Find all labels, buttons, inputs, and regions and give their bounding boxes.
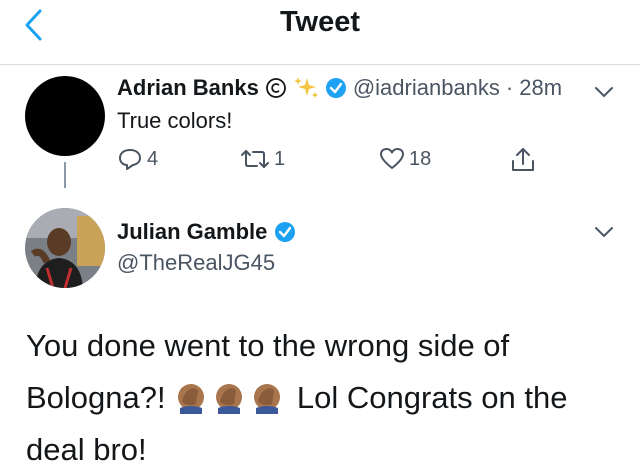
verified-badge-icon <box>325 78 346 98</box>
facepalm-emoji <box>254 384 281 414</box>
retweet-icon <box>241 150 269 168</box>
reply-icon <box>119 149 141 170</box>
reply-count: 4 <box>147 147 159 170</box>
retweet-button[interactable]: 1 <box>240 147 285 171</box>
sparkles-icon <box>293 77 318 98</box>
tweet-actions: 4 1 18 <box>117 147 557 177</box>
reply-tweet[interactable]: Adrian Banks @iadrianbanks · 28m True co… <box>0 65 640 195</box>
page-title: Tweet <box>279 6 361 38</box>
author-name-row: Julian Gamble <box>117 219 296 245</box>
separator-dot: · <box>505 75 514 100</box>
share-icon <box>512 148 534 171</box>
thread-connector <box>64 162 66 188</box>
tweet-text: True colors! <box>117 108 233 133</box>
chevron-down-icon[interactable] <box>593 225 615 239</box>
author-handle[interactable]: @TheRealJG45 <box>117 250 275 276</box>
verified-badge-icon <box>275 222 296 242</box>
avatar[interactable] <box>25 208 105 288</box>
reply-button[interactable]: 4 <box>117 147 158 171</box>
copyright-icon <box>265 78 286 98</box>
heart-icon <box>380 148 404 169</box>
retweet-count: 1 <box>274 147 286 170</box>
main-tweet: Julian Gamble @TheRealJG45 You done went… <box>0 198 640 467</box>
facepalm-emoji <box>216 384 243 414</box>
reply-author-row: Adrian Banks @iadrianbanks · 28m <box>117 75 562 101</box>
author-name[interactable]: Julian Gamble <box>117 219 267 245</box>
tweet-text: You done went to the wrong side of Bolog… <box>26 320 621 476</box>
like-count: 18 <box>409 147 432 170</box>
top-bar: Tweet <box>0 0 640 65</box>
facepalm-emoji <box>178 384 205 414</box>
like-button[interactable]: 18 <box>379 147 431 171</box>
tweet-time: 28m <box>519 75 563 100</box>
author-handle[interactable]: @iadrianbanks <box>353 75 500 101</box>
emoji-group <box>174 380 297 415</box>
avatar[interactable] <box>25 76 105 156</box>
author-name[interactable]: Adrian Banks <box>117 75 259 101</box>
chevron-down-icon[interactable] <box>593 85 615 99</box>
share-button[interactable] <box>510 147 536 173</box>
